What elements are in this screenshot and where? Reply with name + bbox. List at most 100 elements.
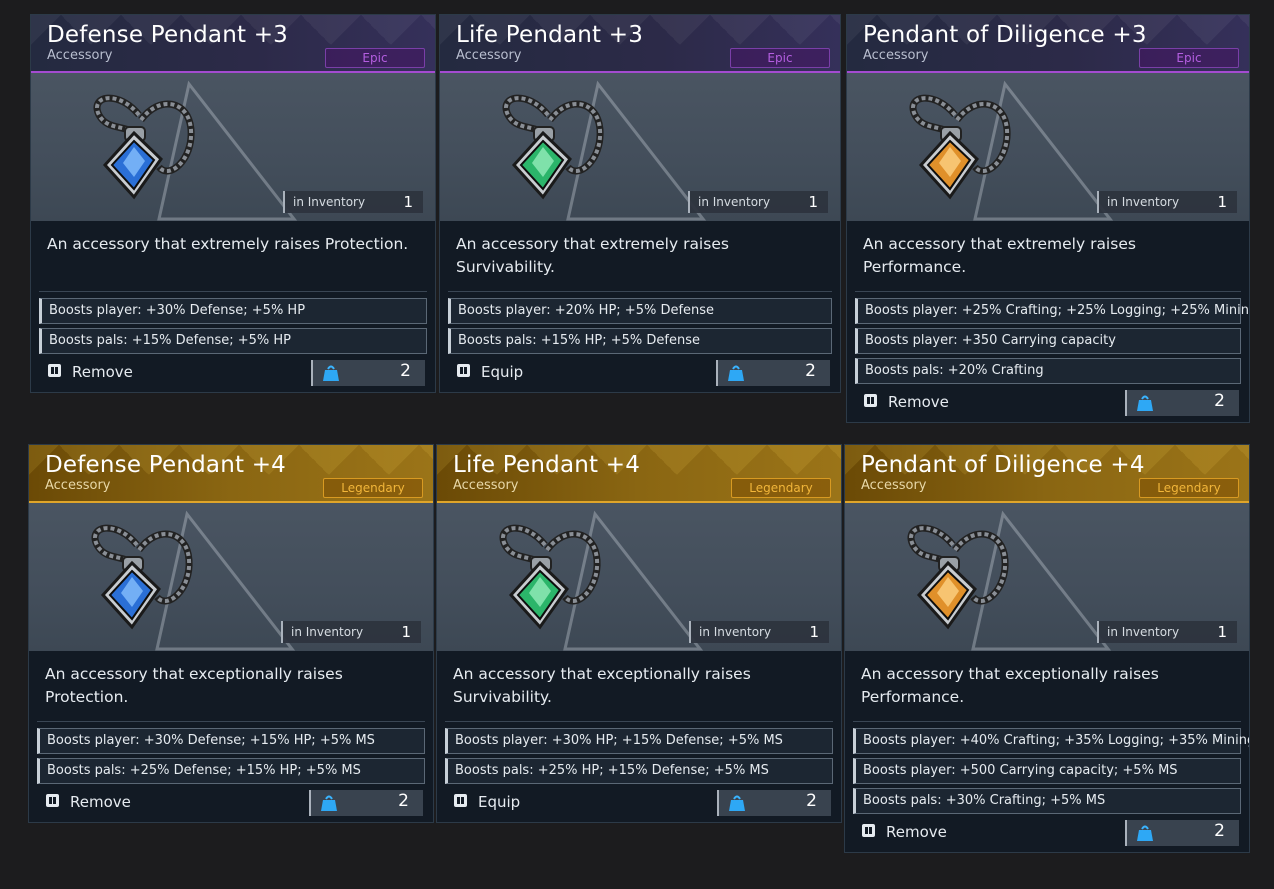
rarity-badge: Legendary <box>1139 478 1239 498</box>
item-description: An accessory that exceptionally raises S… <box>453 665 751 706</box>
remove-action[interactable]: Remove <box>861 823 947 841</box>
boost-line: Boosts pals: +25% Defense; +15% HP; +5% … <box>37 758 425 784</box>
inventory-count: 1 <box>1217 623 1227 641</box>
rarity-badge: Legendary <box>323 478 423 498</box>
keybind-icon <box>864 394 877 407</box>
weight-indicator: 2 <box>1125 390 1239 416</box>
boost-line: Boosts player: +25% Crafting; +25% Loggi… <box>855 298 1249 324</box>
inventory-count: 1 <box>1217 193 1227 211</box>
equip-action[interactable]: Equip <box>456 363 523 381</box>
boost-line: Boosts pals: +30% Crafting; +5% MS <box>853 788 1241 814</box>
item-title: Pendant of Diligence +4 <box>861 452 1145 478</box>
inventory-counter: in Inventory 1 <box>283 191 423 213</box>
action-label: Equip <box>481 363 524 381</box>
weight-indicator: 2 <box>1125 820 1239 846</box>
weight-indicator: 2 <box>309 790 423 816</box>
action-label: Remove <box>886 823 947 841</box>
weight-indicator: 2 <box>311 360 425 386</box>
item-header: Defense Pendant +3 Accessory Epic <box>31 15 435 73</box>
weight-bag-icon <box>729 795 745 811</box>
inventory-counter: in Inventory 1 <box>1097 621 1237 643</box>
keybind-icon <box>46 794 59 807</box>
boost-line: Boosts player: +30% Defense; +15% HP; +5… <box>37 728 425 754</box>
pendant-icon <box>91 524 193 630</box>
inventory-count: 1 <box>401 623 411 641</box>
inventory-label: in Inventory <box>1107 625 1180 639</box>
boost-line: Boosts player: +350 Carrying capacity <box>855 328 1241 354</box>
boost-list: Boosts player: +25% Crafting; +25% Loggi… <box>855 291 1249 384</box>
item-title: Defense Pendant +4 <box>45 452 287 478</box>
weight-bag-icon <box>321 795 337 811</box>
item-header: Life Pendant +3 Accessory Epic <box>440 15 840 73</box>
item-header: Life Pendant +4 Accessory Legendary <box>437 445 841 503</box>
remove-action[interactable]: Remove <box>47 363 133 381</box>
item-footer: Equip 2 <box>437 788 841 822</box>
item-header: Defense Pendant +4 Accessory Legendary <box>29 445 433 503</box>
action-label: Remove <box>888 393 949 411</box>
inventory-counter: in Inventory 1 <box>1097 191 1237 213</box>
boost-line: Boosts pals: +25% HP; +15% Defense; +5% … <box>445 758 833 784</box>
weight-value: 2 <box>400 361 411 381</box>
rarity-badge: Epic <box>730 48 830 68</box>
boost-list: Boosts player: +30% Defense; +15% HP; +5… <box>37 721 425 784</box>
pendant-icon <box>909 94 1011 200</box>
inventory-label: in Inventory <box>698 195 771 209</box>
boost-list: Boosts player: +40% Crafting; +35% Loggi… <box>853 721 1249 814</box>
inventory-label: in Inventory <box>293 195 366 209</box>
action-label: Remove <box>72 363 133 381</box>
rarity-badge: Epic <box>1139 48 1239 68</box>
item-header: Pendant of Diligence +3 Accessory Epic <box>847 15 1249 73</box>
rarity-badge: Epic <box>325 48 425 68</box>
boost-list: Boosts player: +20% HP; +5% Defense Boost… <box>448 291 832 354</box>
item-title: Defense Pendant +3 <box>47 22 289 48</box>
item-footer: Remove 2 <box>31 358 435 392</box>
item-card: Pendant of Diligence +4 Accessory Legend… <box>844 444 1250 853</box>
boost-line: Boosts pals: +15% Defense; +5% HP <box>39 328 427 354</box>
remove-action[interactable]: Remove <box>863 393 949 411</box>
keybind-icon <box>48 364 61 377</box>
item-card: Life Pendant +4 Accessory Legendary in I… <box>436 444 842 823</box>
action-label: Remove <box>70 793 131 811</box>
boost-line: Boosts player: +30% HP; +15% Defense; +5… <box>445 728 833 754</box>
boost-line: Boosts player: +30% Defense; +5% HP <box>39 298 427 324</box>
inventory-count: 1 <box>809 623 819 641</box>
item-footer: Remove 2 <box>845 818 1249 852</box>
item-title: Life Pendant +4 <box>453 452 641 478</box>
item-image-area: in Inventory 1 <box>845 503 1249 651</box>
weight-value: 2 <box>806 791 817 811</box>
pendant-icon <box>502 94 604 200</box>
item-title: Life Pendant +3 <box>456 22 644 48</box>
equip-action[interactable]: Equip <box>453 793 520 811</box>
item-image-area: in Inventory 1 <box>440 73 840 221</box>
item-description: An accessory that exceptionally raises P… <box>45 665 343 706</box>
inventory-label: in Inventory <box>1107 195 1180 209</box>
weight-indicator: 2 <box>717 790 831 816</box>
keybind-icon <box>454 794 467 807</box>
weight-value: 2 <box>805 361 816 381</box>
inventory-counter: in Inventory 1 <box>689 621 829 643</box>
item-description: An accessory that extremely raises Survi… <box>456 235 729 276</box>
remove-action[interactable]: Remove <box>45 793 131 811</box>
keybind-icon <box>862 824 875 837</box>
item-image-area: in Inventory 1 <box>437 503 841 651</box>
item-header: Pendant of Diligence +4 Accessory Legend… <box>845 445 1249 503</box>
boost-line: Boosts pals: +15% HP; +5% Defense <box>448 328 832 354</box>
boost-line: Boosts pals: +20% Crafting <box>855 358 1241 384</box>
weight-value: 2 <box>1214 391 1225 411</box>
item-card: Defense Pendant +4 Accessory Legendary i… <box>28 444 434 823</box>
inventory-count: 1 <box>403 193 413 211</box>
boost-list: Boosts player: +30% HP; +15% Defense; +5… <box>445 721 833 784</box>
pendant-icon <box>907 524 1009 630</box>
keybind-icon <box>457 364 470 377</box>
item-title: Pendant of Diligence +3 <box>863 22 1147 48</box>
item-card: Pendant of Diligence +3 Accessory Epic i… <box>846 14 1250 423</box>
weight-indicator: 2 <box>716 360 830 386</box>
weight-bag-icon <box>728 365 744 381</box>
item-footer: Remove 2 <box>29 788 433 822</box>
boost-line: Boosts player: +20% HP; +5% Defense <box>448 298 832 324</box>
weight-value: 2 <box>398 791 409 811</box>
pendant-icon <box>499 524 601 630</box>
weight-bag-icon <box>323 365 339 381</box>
inventory-count: 1 <box>808 193 818 211</box>
item-card: Life Pendant +3 Accessory Epic in Invent… <box>439 14 841 393</box>
